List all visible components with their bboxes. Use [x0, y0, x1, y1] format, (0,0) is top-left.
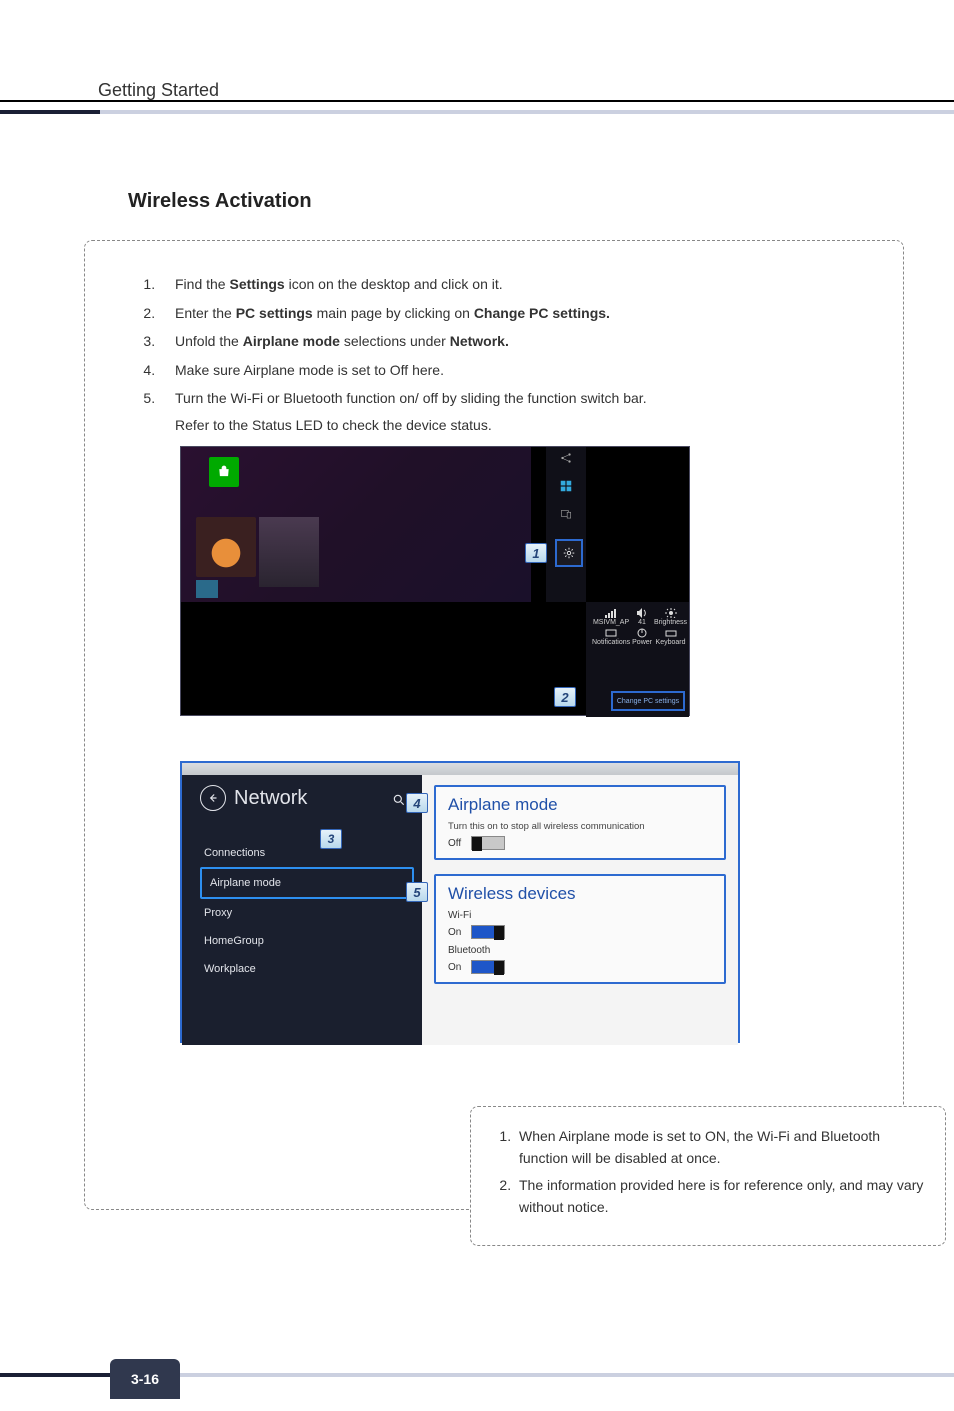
power-icon — [636, 628, 648, 638]
back-button[interactable] — [200, 785, 226, 811]
charm-devices[interactable] — [555, 507, 577, 529]
step-list: Find the Settings icon on the desktop an… — [159, 271, 873, 439]
callout-4: 4 — [406, 793, 428, 813]
people-tile[interactable] — [259, 517, 319, 587]
share-icon — [559, 451, 573, 465]
callout-3: 3 — [320, 829, 342, 849]
step-3: Unfold the Airplane mode selections unde… — [159, 328, 873, 355]
note-box: When Airplane mode is set to ON, the Wi-… — [470, 1106, 946, 1246]
charm-settings[interactable] — [555, 539, 583, 567]
bluetooth-state-label: On — [448, 962, 461, 973]
instruction-box: Find the Settings icon on the desktop an… — [84, 240, 904, 1210]
bluetooth-toggle[interactable] — [471, 960, 505, 974]
brightness-icon — [665, 608, 677, 618]
settings-quick-panel: MSIVM_AP 41 Brightness Notifications Pow… — [586, 602, 689, 717]
sidebar-header: Network — [200, 785, 422, 811]
volume-icon — [636, 608, 648, 618]
airplane-panel-title: Airplane mode — [448, 795, 712, 815]
photos-tile[interactable] — [196, 580, 218, 598]
section-title: Wireless Activation — [128, 190, 312, 213]
step-2: Enter the PC settings main page by click… — [159, 300, 873, 327]
search-icon — [392, 793, 406, 807]
qs-volume[interactable]: 41 — [632, 608, 652, 626]
wifi-state-label: On — [448, 927, 461, 938]
windows-icon — [559, 479, 573, 493]
airplane-panel-desc: Turn this on to stop all wireless commun… — [448, 821, 712, 832]
start-screen — [181, 447, 531, 602]
charms-bar — [546, 447, 586, 602]
charm-share[interactable] — [555, 451, 577, 473]
step-1: Find the Settings icon on the desktop an… — [159, 271, 873, 298]
qs-network[interactable]: MSIVM_AP — [592, 608, 630, 626]
sidebar-item-homegroup[interactable]: HomeGroup — [200, 927, 422, 955]
step-5-ref: Refer to the Status LED to check the dev… — [175, 412, 873, 439]
sidebar-item-proxy[interactable]: Proxy — [200, 899, 422, 927]
figure-charms-bar: 1 MSIVM_AP 41 Brightness Notifications P… — [180, 446, 690, 716]
airplane-mode-toggle[interactable] — [471, 836, 505, 850]
qs-brightness[interactable]: Brightness — [654, 608, 687, 626]
wireless-devices-panel: 5 Wireless devices Wi-Fi On Bluetooth On — [434, 874, 726, 984]
settings-content: 4 Airplane mode Turn this on to stop all… — [422, 775, 738, 1045]
gear-icon — [562, 546, 576, 560]
store-icon — [217, 465, 231, 479]
accent-bar — [0, 110, 954, 114]
step-5: Turn the Wi-Fi or Bluetooth function on/… — [159, 385, 873, 438]
settings-sidebar: Network 3 Connections Airplane mode Prox… — [182, 775, 422, 1045]
bluetooth-label: Bluetooth — [448, 945, 712, 956]
food-tile[interactable] — [196, 517, 256, 577]
manual-page: Getting Started Wireless Activation Find… — [0, 0, 954, 1411]
qs-power[interactable]: Power — [632, 628, 652, 646]
qs-keyboard[interactable]: Keyboard — [654, 628, 687, 646]
qs-notifications[interactable]: Notifications — [592, 628, 630, 646]
change-pc-settings-link[interactable]: Change PC settings — [611, 691, 685, 711]
sidebar-item-workplace[interactable]: Workplace — [200, 955, 422, 983]
sidebar-item-airplane[interactable]: Airplane mode — [200, 867, 414, 899]
wifi-toggle[interactable] — [471, 925, 505, 939]
arrow-left-icon — [206, 791, 220, 805]
sidebar-item-connections[interactable]: Connections — [200, 839, 422, 867]
devices-icon — [559, 507, 573, 521]
window-titlebar — [182, 763, 738, 775]
sidebar-title: Network — [234, 787, 307, 810]
figure-network-settings: Network 3 Connections Airplane mode Prox… — [180, 761, 740, 1043]
airplane-mode-panel: 4 Airplane mode Turn this on to stop all… — [434, 785, 726, 860]
charm-start[interactable] — [555, 479, 577, 501]
wifi-label: Wi-Fi — [448, 910, 712, 921]
header-rule — [0, 100, 954, 102]
page-number: 3-16 — [110, 1359, 180, 1399]
keyboard-icon — [665, 628, 677, 638]
callout-2: 2 — [554, 687, 576, 707]
airplane-state-label: Off — [448, 838, 461, 849]
page-header: Getting Started — [98, 80, 219, 101]
step-4: Make sure Airplane mode is set to Off he… — [159, 357, 873, 384]
note-1: When Airplane mode is set to ON, the Wi-… — [515, 1125, 925, 1170]
callout-5: 5 — [406, 882, 428, 902]
wireless-panel-title: Wireless devices — [448, 884, 712, 904]
search-button[interactable] — [392, 793, 406, 810]
signal-icon — [605, 608, 617, 618]
store-tile[interactable] — [209, 457, 239, 487]
callout-1: 1 — [525, 543, 547, 563]
note-2: The information provided here is for ref… — [515, 1174, 925, 1219]
notifications-icon — [605, 628, 617, 638]
